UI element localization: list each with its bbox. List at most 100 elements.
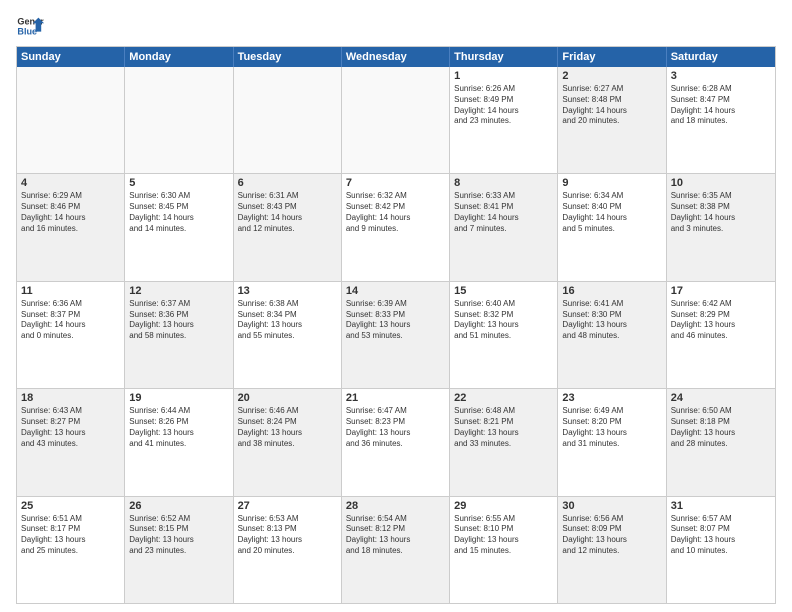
day-number: 29 xyxy=(454,500,553,512)
header-day-sunday: Sunday xyxy=(17,47,125,67)
cell-info: Sunrise: 6:48 AMSunset: 8:21 PMDaylight:… xyxy=(454,406,553,449)
day-number: 25 xyxy=(21,500,120,512)
calendar-cell-29: 29Sunrise: 6:55 AMSunset: 8:10 PMDayligh… xyxy=(450,497,558,603)
calendar-body: 1 Sunrise: 6:26 AMSunset: 8:49 PMDaylight… xyxy=(17,67,775,603)
day-number: 22 xyxy=(454,392,553,404)
calendar-cell-10: 10 Sunrise: 6:35 AMSunset: 8:38 PMDayligh… xyxy=(667,174,775,280)
calendar-cell-8: 8 Sunrise: 6:33 AMSunset: 8:41 PMDaylight… xyxy=(450,174,558,280)
cell-info: Sunrise: 6:56 AMSunset: 8:09 PMDaylight:… xyxy=(562,514,661,557)
cell-info: Sunrise: 6:43 AMSunset: 8:27 PMDaylight:… xyxy=(21,406,120,449)
cell-info: Sunrise: 6:30 AMSunset: 8:45 PMDaylight:… xyxy=(129,191,228,234)
day-number: 8 xyxy=(454,177,553,189)
cell-info: Sunrise: 6:57 AMSunset: 8:07 PMDaylight:… xyxy=(671,514,771,557)
calendar-row-4: 25 Sunrise: 6:51 AMSunset: 8:17 PMDayligh… xyxy=(17,496,775,603)
day-number: 3 xyxy=(671,70,771,82)
calendar-cell-6: 6 Sunrise: 6:31 AMSunset: 8:43 PMDaylight… xyxy=(234,174,342,280)
day-number: 27 xyxy=(238,500,337,512)
header-day-wednesday: Wednesday xyxy=(342,47,450,67)
calendar-cell-16: 16 Sunrise: 6:41 AMSunset: 8:30 PMDayligh… xyxy=(558,282,666,388)
calendar-header: SundayMondayTuesdayWednesdayThursdayFrid… xyxy=(17,47,775,67)
calendar-cell-empty xyxy=(125,67,233,173)
header-day-saturday: Saturday xyxy=(667,47,775,67)
cell-info: Sunrise: 6:35 AMSunset: 8:38 PMDaylight:… xyxy=(671,191,771,234)
calendar-cell-30: 30 Sunrise: 6:56 AMSunset: 8:09 PMDayligh… xyxy=(558,497,666,603)
cell-info: Sunrise: 6:29 AMSunset: 8:46 PMDaylight:… xyxy=(21,191,120,234)
day-number: 14 xyxy=(346,285,445,297)
day-number: 11 xyxy=(21,285,120,297)
day-number: 28 xyxy=(346,500,445,512)
cell-info: Sunrise: 6:38 AMSunset: 8:34 PMDaylight:… xyxy=(238,299,337,342)
cell-info: Sunrise: 6:36 AMSunset: 8:37 PMDaylight:… xyxy=(21,299,120,342)
calendar-cell-26: 26Sunrise: 6:52 AMSunset: 8:15 PMDayligh… xyxy=(125,497,233,603)
calendar-cell-21: 21Sunrise: 6:47 AMSunset: 8:23 PMDayligh… xyxy=(342,389,450,495)
day-number: 16 xyxy=(562,285,661,297)
cell-info: Sunrise: 6:52 AMSunset: 8:15 PMDaylight:… xyxy=(129,514,228,557)
calendar-cell-31: 31 Sunrise: 6:57 AMSunset: 8:07 PMDayligh… xyxy=(667,497,775,603)
cell-info: Sunrise: 6:31 AMSunset: 8:43 PMDaylight:… xyxy=(238,191,337,234)
calendar-row-0: 1 Sunrise: 6:26 AMSunset: 8:49 PMDaylight… xyxy=(17,67,775,173)
day-number: 31 xyxy=(671,500,771,512)
cell-info: Sunrise: 6:41 AMSunset: 8:30 PMDaylight:… xyxy=(562,299,661,342)
day-number: 1 xyxy=(454,70,553,82)
calendar-cell-27: 27 Sunrise: 6:53 AMSunset: 8:13 PMDayligh… xyxy=(234,497,342,603)
calendar-cell-17: 17 Sunrise: 6:42 AMSunset: 8:29 PMDayligh… xyxy=(667,282,775,388)
cell-info: Sunrise: 6:39 AMSunset: 8:33 PMDaylight:… xyxy=(346,299,445,342)
calendar-cell-24: 24 Sunrise: 6:50 AMSunset: 8:18 PMDayligh… xyxy=(667,389,775,495)
calendar-cell-19: 19Sunrise: 6:44 AMSunset: 8:26 PMDayligh… xyxy=(125,389,233,495)
calendar-cell-14: 14 Sunrise: 6:39 AMSunset: 8:33 PMDayligh… xyxy=(342,282,450,388)
cell-info: Sunrise: 6:50 AMSunset: 8:18 PMDaylight:… xyxy=(671,406,771,449)
calendar-cell-12: 12Sunrise: 6:37 AMSunset: 8:36 PMDayligh… xyxy=(125,282,233,388)
cell-info: Sunrise: 6:53 AMSunset: 8:13 PMDaylight:… xyxy=(238,514,337,557)
calendar-cell-22: 22 Sunrise: 6:48 AMSunset: 8:21 PMDayligh… xyxy=(450,389,558,495)
calendar-cell-13: 13 Sunrise: 6:38 AMSunset: 8:34 PMDayligh… xyxy=(234,282,342,388)
calendar-cell-5: 5 Sunrise: 6:30 AMSunset: 8:45 PMDaylight… xyxy=(125,174,233,280)
cell-info: Sunrise: 6:51 AMSunset: 8:17 PMDaylight:… xyxy=(21,514,120,557)
cell-info: Sunrise: 6:42 AMSunset: 8:29 PMDaylight:… xyxy=(671,299,771,342)
calendar-row-2: 11 Sunrise: 6:36 AMSunset: 8:37 PMDayligh… xyxy=(17,281,775,388)
page-container: General Blue SundayMondayTuesdayWednesda… xyxy=(0,0,792,612)
calendar-cell-23: 23 Sunrise: 6:49 AMSunset: 8:20 PMDayligh… xyxy=(558,389,666,495)
svg-text:Blue: Blue xyxy=(17,26,37,36)
day-number: 23 xyxy=(562,392,661,404)
calendar-cell-15: 15Sunrise: 6:40 AMSunset: 8:32 PMDayligh… xyxy=(450,282,558,388)
header-day-thursday: Thursday xyxy=(450,47,558,67)
calendar-cell-25: 25 Sunrise: 6:51 AMSunset: 8:17 PMDayligh… xyxy=(17,497,125,603)
cell-info: Sunrise: 6:26 AMSunset: 8:49 PMDaylight:… xyxy=(454,84,553,127)
cell-info: Sunrise: 6:54 AMSunset: 8:12 PMDaylight:… xyxy=(346,514,445,557)
day-number: 21 xyxy=(346,392,445,404)
page-header: General Blue xyxy=(16,12,776,40)
calendar-cell-empty xyxy=(342,67,450,173)
day-number: 17 xyxy=(671,285,771,297)
calendar-cell-7: 7Sunrise: 6:32 AMSunset: 8:42 PMDaylight… xyxy=(342,174,450,280)
calendar-cell-4: 4Sunrise: 6:29 AMSunset: 8:46 PMDaylight… xyxy=(17,174,125,280)
calendar-cell-empty xyxy=(234,67,342,173)
day-number: 6 xyxy=(238,177,337,189)
calendar-cell-2: 2 Sunrise: 6:27 AMSunset: 8:48 PMDaylight… xyxy=(558,67,666,173)
calendar-cell-11: 11 Sunrise: 6:36 AMSunset: 8:37 PMDayligh… xyxy=(17,282,125,388)
header-day-tuesday: Tuesday xyxy=(234,47,342,67)
day-number: 7 xyxy=(346,177,445,189)
calendar-row-1: 4Sunrise: 6:29 AMSunset: 8:46 PMDaylight… xyxy=(17,173,775,280)
calendar-cell-1: 1 Sunrise: 6:26 AMSunset: 8:49 PMDaylight… xyxy=(450,67,558,173)
day-number: 30 xyxy=(562,500,661,512)
cell-info: Sunrise: 6:33 AMSunset: 8:41 PMDaylight:… xyxy=(454,191,553,234)
cell-info: Sunrise: 6:46 AMSunset: 8:24 PMDaylight:… xyxy=(238,406,337,449)
day-number: 20 xyxy=(238,392,337,404)
logo-icon: General Blue xyxy=(16,12,44,40)
day-number: 9 xyxy=(562,177,661,189)
cell-info: Sunrise: 6:34 AMSunset: 8:40 PMDaylight:… xyxy=(562,191,661,234)
header-day-monday: Monday xyxy=(125,47,233,67)
calendar-cell-3: 3Sunrise: 6:28 AMSunset: 8:47 PMDaylight… xyxy=(667,67,775,173)
day-number: 2 xyxy=(562,70,661,82)
calendar-cell-28: 28 Sunrise: 6:54 AMSunset: 8:12 PMDayligh… xyxy=(342,497,450,603)
cell-info: Sunrise: 6:27 AMSunset: 8:48 PMDaylight:… xyxy=(562,84,661,127)
day-number: 12 xyxy=(129,285,228,297)
cell-info: Sunrise: 6:49 AMSunset: 8:20 PMDaylight:… xyxy=(562,406,661,449)
day-number: 24 xyxy=(671,392,771,404)
day-number: 15 xyxy=(454,285,553,297)
day-number: 13 xyxy=(238,285,337,297)
day-number: 5 xyxy=(129,177,228,189)
calendar-cell-empty xyxy=(17,67,125,173)
day-number: 10 xyxy=(671,177,771,189)
cell-info: Sunrise: 6:44 AMSunset: 8:26 PMDaylight:… xyxy=(129,406,228,449)
